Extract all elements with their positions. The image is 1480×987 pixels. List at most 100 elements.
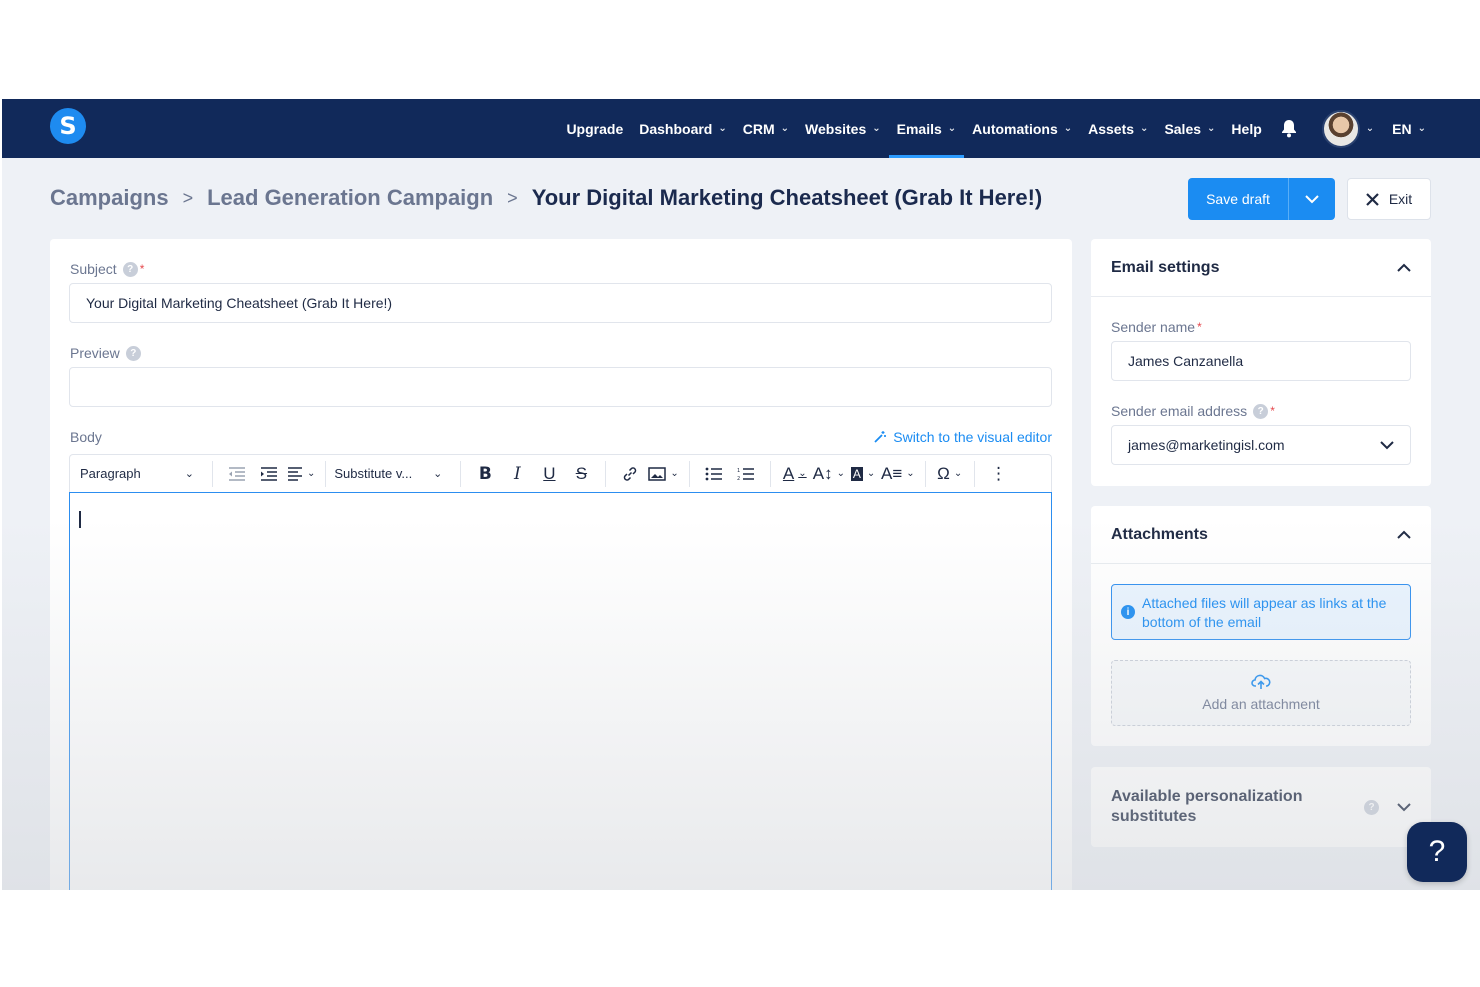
chevron-up-icon[interactable] [1397,263,1411,272]
bold-icon[interactable]: B [471,459,499,489]
attachments-panel: Attachments i Attached files will appear… [1091,506,1431,746]
paragraph-select[interactable]: Paragraph ⌄ [80,466,204,481]
nav-label: Dashboard [639,120,713,137]
chevron-down-icon: ⌄ [872,123,881,134]
toolbar-divider [212,460,213,487]
paragraph-select-value: Paragraph [80,466,141,481]
subject-value: Your Digital Marketing Cheatsheet (Grab … [86,295,393,311]
help-icon[interactable]: ? [1364,799,1379,815]
chevron-down-icon: ⌄ [1417,123,1426,134]
chevron-down-icon[interactable] [1397,802,1411,812]
image-icon[interactable]: ⌄ [648,459,679,489]
attachments-info-alert: i Attached files will appear as links at… [1111,584,1411,640]
help-icon[interactable]: ? [122,261,138,277]
toolbar-divider [688,460,690,487]
bell-icon[interactable] [1278,118,1300,140]
more-options-icon[interactable]: ⋮ [985,459,1013,489]
align-left-icon[interactable]: ⌄ [287,459,315,489]
chevron-down-icon: ⌄ [1140,123,1149,134]
add-attachment-dropzone[interactable]: Add an attachment [1111,660,1411,726]
sender-name-input[interactable]: James Canzanella [1111,341,1411,381]
chevron-right-icon: > [182,187,194,208]
personalization-panel: Available personalization substitutes ? [1091,767,1431,847]
nav-item-websites[interactable]: Websites ⌄ [797,99,889,158]
underline-icon[interactable]: U [535,459,563,489]
app-logo[interactable]: S [50,108,86,144]
nav-item-dashboard[interactable]: Dashboard ⌄ [631,99,735,158]
chevron-down-icon: ⌄ [184,468,194,480]
magic-wand-icon [874,431,887,443]
link-icon[interactable] [616,459,644,489]
text-color-icon[interactable]: A ⌄ [781,459,809,489]
highlight-color-icon[interactable]: A ⌄ [849,459,877,489]
toolbar-divider [460,460,462,487]
strikethrough-icon[interactable]: S [567,459,595,489]
substitute-select-value: Substitute v... [334,466,413,481]
preview-label: Preview ? [70,345,141,361]
nav-item-crm[interactable]: CRM ⌄ [735,99,797,158]
preview-input[interactable] [69,367,1052,407]
language-selector[interactable]: EN ⌄ [1384,99,1434,158]
subject-input[interactable]: Your Digital Marketing Cheatsheet (Grab … [69,283,1052,323]
save-draft-button[interactable]: Save draft [1188,178,1288,220]
required-marker: * [1270,404,1275,418]
highlight-glyph: A [850,466,863,481]
toolbar-divider [325,460,327,487]
exit-button[interactable]: Exit [1347,178,1431,220]
nav-item-automations[interactable]: Automations ⌄ [964,99,1080,158]
sender-name-value: James Canzanella [1128,353,1244,369]
nav-menu: Upgrade Dashboard ⌄ CRM ⌄ Websites ⌄ Emails… [558,99,1434,158]
sender-name-label-text: Sender name [1111,319,1196,335]
nav-label: Help [1231,120,1262,137]
help-chat-button[interactable]: ? [1407,822,1467,882]
numbered-list-icon[interactable]: 12 [732,459,760,489]
email-settings-header[interactable]: Email settings [1091,239,1431,297]
chevron-down-icon: ⌄ [906,468,915,479]
sender-email-label-text: Sender email address [1111,403,1248,419]
email-editor-card: Subject ? * Your Digital Marketing Cheat… [50,239,1072,890]
font-style-icon[interactable]: A≡ ⌄ [881,459,915,489]
svg-text:1: 1 [737,468,740,474]
svg-text:2: 2 [737,476,740,481]
email-settings-panel: Email settings Sender name * James Canza… [1091,239,1431,486]
breadcrumb-campaign[interactable]: Lead Generation Campaign [207,185,493,211]
body-label-text: Body [70,429,102,445]
chevron-up-icon[interactable] [1397,530,1411,539]
nav-item-help[interactable]: Help [1223,99,1269,158]
language-label: EN [1392,120,1412,137]
attachments-header[interactable]: Attachments [1091,506,1431,564]
cloud-upload-icon [1251,674,1271,689]
substitute-select[interactable]: Substitute v... ⌄ [334,466,452,481]
nav-item-assets[interactable]: Assets ⌄ [1080,99,1156,158]
personalization-header[interactable]: Available personalization substitutes ? [1091,767,1431,847]
body-editor[interactable] [69,492,1052,890]
switch-visual-editor-link[interactable]: Switch to the visual editor [873,429,1052,445]
breadcrumb-campaigns[interactable]: Campaigns [50,185,169,211]
add-attachment-text: Add an attachment [1202,696,1320,712]
chevron-down-icon [1305,194,1319,203]
save-options-button[interactable] [1288,178,1335,220]
nav-item-upgrade[interactable]: Upgrade [558,99,631,158]
help-icon[interactable]: ? [1253,403,1269,419]
chevron-down-icon[interactable]: ⌄ [1366,123,1374,134]
indent-icon[interactable] [255,459,283,489]
nav-item-emails[interactable]: Emails ⌄ [888,99,965,158]
help-icon[interactable]: ? [125,345,141,361]
subject-label-text: Subject [70,261,117,277]
nav-item-sales[interactable]: Sales ⌄ [1156,99,1223,158]
chevron-down-icon: ⌄ [866,468,876,479]
attachments-title: Attachments [1111,525,1208,543]
nav-label: Emails [896,120,942,137]
font-size-icon[interactable]: A↕ ⌄ [813,459,845,489]
outdent-icon[interactable] [223,459,251,489]
editor-toolbar: Paragraph ⌄ ⌄ Substitute v... ⌄ B I U S … [69,454,1052,492]
avatar[interactable] [1321,109,1360,148]
toolbar-divider [924,460,926,487]
nav-label: Automations [972,120,1058,137]
bullet-list-icon[interactable] [700,459,728,489]
special-character-icon[interactable]: Ω ⌄ [936,459,964,489]
italic-icon[interactable]: I [503,459,531,489]
body-label: Body [70,429,102,445]
sender-email-select[interactable]: james@marketingisl.com [1111,425,1411,465]
personalization-title: Available personalization substitutes [1111,788,1303,825]
